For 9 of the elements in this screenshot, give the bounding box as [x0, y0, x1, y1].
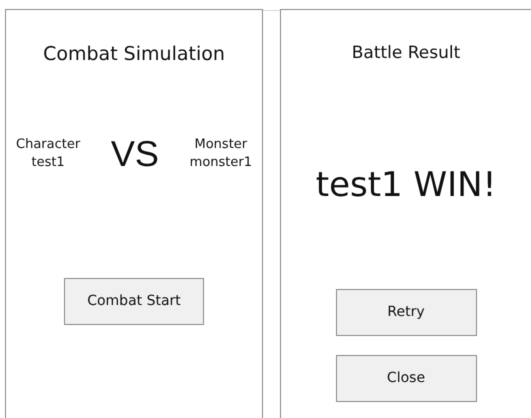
window-title: Battle Result — [352, 42, 460, 65]
result-text: test1 WIN! — [316, 164, 496, 207]
window-title: Combat Simulation — [43, 42, 225, 67]
character-label: Character test1 — [16, 136, 80, 172]
versus-text: VS — [110, 134, 159, 174]
combat-start-button[interactable]: Combat Start — [64, 278, 204, 325]
retry-button[interactable]: Retry — [336, 289, 476, 336]
monster-label: Monster monster1 — [190, 136, 252, 172]
close-button[interactable]: Close — [336, 355, 476, 402]
